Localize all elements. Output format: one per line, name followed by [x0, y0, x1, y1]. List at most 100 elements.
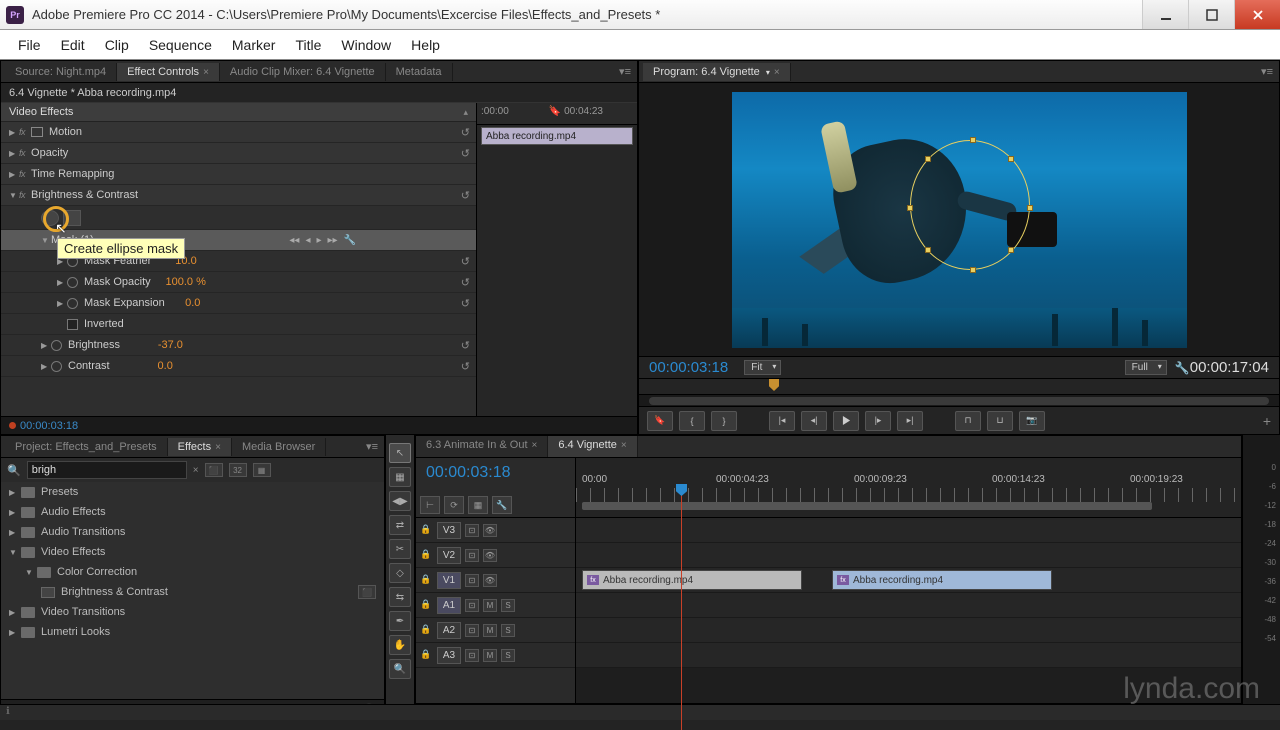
reset-icon[interactable]: ↺ [461, 126, 470, 139]
track-select-tool[interactable]: ▦ [389, 467, 411, 487]
sync-lock-icon[interactable]: ⊡ [465, 549, 479, 562]
folder-presets[interactable]: ▶Presets [1, 482, 384, 502]
tab-effects[interactable]: Effects× [168, 438, 232, 456]
tab-source[interactable]: Source: Night.mp4 [5, 63, 117, 81]
snap-button[interactable]: ⊢ [420, 496, 440, 514]
stopwatch-icon[interactable] [67, 298, 78, 309]
slip-tool[interactable]: ⇆ [389, 587, 411, 607]
mute-button[interactable]: M [483, 599, 497, 612]
reset-icon[interactable]: ↺ [461, 255, 470, 268]
wrench-icon[interactable]: 🔧 [1175, 361, 1190, 375]
menu-edit[interactable]: Edit [51, 33, 95, 57]
tab-program[interactable]: Program: 6.4 Vignette▾× [643, 63, 791, 81]
timeline-clip-1[interactable]: fxAbba recording.mp4 [582, 570, 802, 590]
eye-icon[interactable]: 👁 [483, 574, 497, 587]
mask-prev-frame-icon[interactable]: ◂ [305, 235, 310, 246]
menu-window[interactable]: Window [331, 33, 401, 57]
marker-button[interactable]: ▦ [468, 496, 488, 514]
folder-video-effects[interactable]: ▼Video Effects [1, 542, 384, 562]
step-forward-button[interactable]: |▸ [865, 411, 891, 431]
extract-button[interactable]: ⊔ [987, 411, 1013, 431]
hand-tool[interactable]: ✋ [389, 635, 411, 655]
lock-icon[interactable]: 🔒 [420, 549, 433, 562]
go-to-in-button[interactable]: |◂ [769, 411, 795, 431]
rolling-edit-tool[interactable]: ⇄ [389, 515, 411, 535]
stopwatch-icon[interactable] [51, 361, 62, 372]
selection-tool[interactable]: ↖ [389, 443, 411, 463]
reset-icon[interactable]: ↺ [461, 297, 470, 310]
menu-marker[interactable]: Marker [222, 33, 286, 57]
mask-ellipse-overlay[interactable] [910, 140, 1030, 270]
razor-tool[interactable]: ◇ [389, 563, 411, 583]
tab-project[interactable]: Project: Effects_and_Presets [5, 438, 168, 456]
rate-stretch-tool[interactable]: ✂ [389, 539, 411, 559]
menu-title[interactable]: Title [285, 33, 331, 57]
mute-button[interactable]: M [483, 624, 497, 637]
32bit-badge-icon[interactable]: 32 [229, 463, 247, 477]
close-icon[interactable]: × [774, 67, 780, 78]
mask-expansion-row[interactable]: ▶Mask Expansion0.0↺ [1, 293, 476, 314]
out-point-button[interactable]: } [711, 411, 737, 431]
marker-button[interactable]: 🔖 [647, 411, 673, 431]
program-monitor-viewport[interactable] [639, 83, 1279, 356]
menu-help[interactable]: Help [401, 33, 450, 57]
tab-sequence-current[interactable]: 6.4 Vignette× [548, 436, 637, 457]
maximize-button[interactable] [1188, 0, 1234, 29]
sync-lock-icon[interactable]: ⊡ [465, 624, 479, 637]
playhead-icon[interactable] [769, 379, 779, 391]
effect-motion[interactable]: ▶fxMotion↺ [1, 122, 476, 143]
mask-play-icon[interactable]: ▸ [316, 235, 321, 246]
program-tc-current[interactable]: 00:00:03:18 [649, 359, 728, 376]
lock-icon[interactable]: 🔒 [420, 524, 433, 537]
in-point-button[interactable]: { [679, 411, 705, 431]
panel-menu-icon[interactable]: ▾≡ [360, 440, 384, 453]
panel-menu-icon[interactable]: ▾≡ [1255, 65, 1279, 78]
contrast-row[interactable]: ▶Contrast0.0↺ [1, 356, 476, 377]
effect-item-brightness-contrast[interactable]: Brightness & Contrast⬛ [1, 582, 384, 602]
track-header-a2[interactable]: 🔒A2⊡MS [416, 618, 575, 643]
folder-color-correction[interactable]: ▼Color Correction [1, 562, 384, 582]
menu-sequence[interactable]: Sequence [139, 33, 222, 57]
lock-icon[interactable]: 🔒 [420, 574, 433, 587]
mask-inverted-row[interactable]: Inverted [1, 314, 476, 335]
effect-opacity[interactable]: ▶fxOpacity↺ [1, 143, 476, 164]
eye-icon[interactable]: 👁 [483, 524, 497, 537]
mute-button[interactable]: M [483, 649, 497, 662]
reset-icon[interactable]: ↺ [461, 276, 470, 289]
ripple-edit-tool[interactable]: ◀▶ [389, 491, 411, 511]
reset-icon[interactable]: ↺ [461, 360, 470, 373]
resolution-dropdown[interactable]: Full [1125, 360, 1167, 375]
pen-tool[interactable]: ✒ [389, 611, 411, 631]
step-back-button[interactable]: ◂| [801, 411, 827, 431]
mask-wrench-icon[interactable]: 🔧 [344, 235, 356, 246]
folder-lumetri-looks[interactable]: ▶Lumetri Looks [1, 622, 384, 642]
track-header-a3[interactable]: 🔒A3⊡MS [416, 643, 575, 668]
settings-button[interactable]: 🔧 [492, 496, 512, 514]
inverted-checkbox[interactable] [67, 319, 78, 330]
track-header-v2[interactable]: 🔒V2⊡👁 [416, 543, 575, 568]
close-icon[interactable]: × [215, 442, 221, 453]
track-header-v3[interactable]: 🔒V3⊡👁 [416, 518, 575, 543]
play-button[interactable] [833, 411, 859, 431]
info-icon[interactable]: ℹ [0, 706, 10, 717]
export-frame-button[interactable]: 📷 [1019, 411, 1045, 431]
reset-icon[interactable]: ↺ [461, 189, 470, 202]
linked-selection-button[interactable]: ⟳ [444, 496, 464, 514]
solo-button[interactable]: S [501, 624, 515, 637]
go-to-out-button[interactable]: ▸| [897, 411, 923, 431]
track-header-v1[interactable]: 🔒V1⊡👁 [416, 568, 575, 593]
sync-lock-icon[interactable]: ⊡ [465, 649, 479, 662]
mask-opacity-row[interactable]: ▶Mask Opacity100.0 %↺ [1, 272, 476, 293]
zoom-fit-dropdown[interactable]: Fit [744, 360, 781, 375]
program-ruler[interactable] [639, 378, 1279, 394]
minimize-button[interactable] [1142, 0, 1188, 29]
eye-icon[interactable]: 👁 [483, 549, 497, 562]
lock-icon[interactable]: 🔒 [420, 624, 433, 637]
menu-file[interactable]: File [8, 33, 51, 57]
reset-icon[interactable]: ↺ [461, 147, 470, 160]
brightness-row[interactable]: ▶Brightness-37.0↺ [1, 335, 476, 356]
mask-prev-keyframe-icon[interactable]: ◂◂ [289, 235, 299, 246]
effect-time-remapping[interactable]: ▶fxTime Remapping [1, 164, 476, 185]
folder-audio-effects[interactable]: ▶Audio Effects [1, 502, 384, 522]
timeline-timecode[interactable]: 00:00:03:18 [416, 458, 575, 488]
